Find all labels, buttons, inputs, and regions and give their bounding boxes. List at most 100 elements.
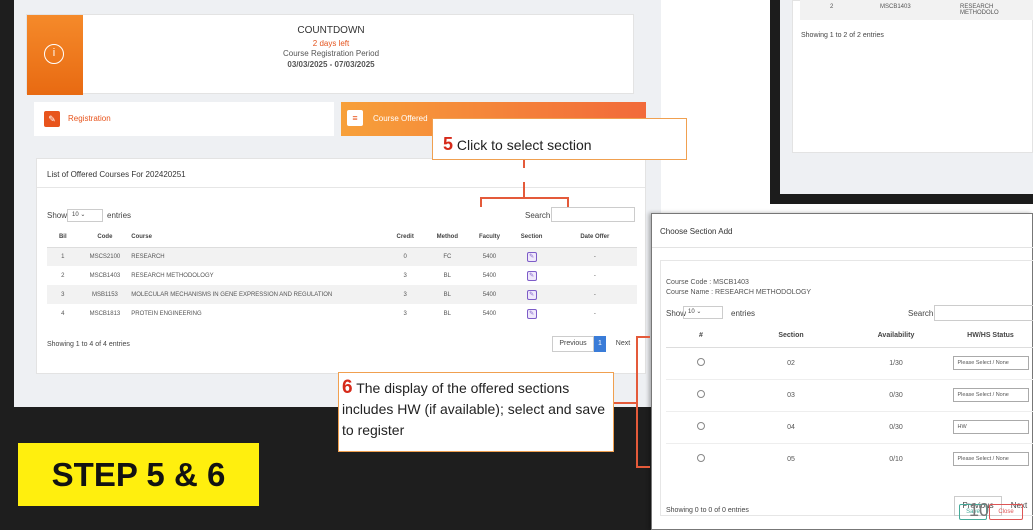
cell-section: 05 xyxy=(736,442,846,475)
column-header[interactable]: Availability xyxy=(846,325,946,348)
select-section-icon[interactable]: ✎ xyxy=(526,289,537,300)
search-input[interactable] xyxy=(551,207,635,222)
tab-registration-label: Registration xyxy=(68,114,111,123)
cell-radio xyxy=(666,378,736,411)
column-header[interactable]: Code xyxy=(78,227,132,248)
entries-select-value: 10 xyxy=(688,309,695,315)
cell-section: ✎ xyxy=(510,247,553,266)
select-section-icon[interactable]: ✎ xyxy=(526,251,537,262)
cell-section: 02 xyxy=(736,346,846,379)
select-section-icon[interactable]: ✎ xyxy=(526,308,537,319)
cell-date-offer: - xyxy=(552,247,637,266)
cell-radio xyxy=(666,442,736,475)
cell-date-offer: - xyxy=(593,310,596,317)
column-header[interactable]: Bil xyxy=(47,227,79,248)
cell-method: FC xyxy=(426,247,469,266)
cell-status: HW xyxy=(946,410,1033,443)
hw-status-select[interactable]: Please Select / None xyxy=(952,452,1029,467)
divider xyxy=(37,187,645,188)
chevron-down-icon: ⌄ xyxy=(696,309,702,315)
next-page-button[interactable]: Next xyxy=(608,336,638,352)
cell-faculty: 5400 xyxy=(468,285,511,304)
list-icon: ≡ xyxy=(347,110,363,126)
hw-status-select[interactable]: Please Select / None xyxy=(952,388,1029,402)
cell-code: MSCB1813 xyxy=(89,310,121,317)
column-header[interactable]: Course xyxy=(131,227,385,248)
choose-section-modal: Choose Section Add Course Code : MSCB140… xyxy=(651,213,1033,530)
cell-section: 04 xyxy=(736,410,846,443)
cell-faculty: 5400 xyxy=(468,247,511,266)
cell-course: RESEARCH METHODOLO xyxy=(960,4,999,16)
cell-credit: 3 xyxy=(384,285,427,304)
search-label: Search: xyxy=(525,211,553,220)
countdown-card: i COUNTDOWN 2 days left Course Registrat… xyxy=(26,14,634,95)
table-row: 02 1/30 Please Select / None xyxy=(666,346,1033,379)
column-header[interactable]: Credit xyxy=(384,227,427,248)
callout-step-6-text: The display of the offered sections incl… xyxy=(342,380,606,438)
cell-code: MSCB1403 xyxy=(89,272,121,279)
section-radio[interactable] xyxy=(697,422,705,430)
edit-icon: ✎ xyxy=(44,111,60,127)
cell-availability: 1/30 xyxy=(846,346,946,379)
search-input[interactable] xyxy=(934,305,1033,321)
column-header[interactable]: # xyxy=(666,325,736,348)
cell-radio xyxy=(666,410,736,443)
column-header[interactable]: Faculty xyxy=(468,227,511,248)
bracket-line xyxy=(480,197,568,199)
table-header-row: Bil Code Course Credit Method Faculty Se… xyxy=(47,227,637,248)
hw-status-select[interactable]: HW xyxy=(952,420,1029,434)
top-right-card xyxy=(792,0,1033,153)
column-header[interactable]: Method xyxy=(426,227,469,248)
column-header[interactable]: Section xyxy=(510,227,553,248)
cell-bil: 4 xyxy=(61,310,65,317)
column-header[interactable]: Date Offer xyxy=(552,227,637,248)
page-number: 10 xyxy=(969,500,990,520)
bracket-line xyxy=(480,197,482,207)
hw-status-select[interactable]: Please Select / None xyxy=(952,356,1029,370)
section-radio[interactable] xyxy=(697,454,705,463)
column-header[interactable]: Section xyxy=(736,325,846,348)
cell-radio xyxy=(666,346,736,379)
showing-entries-label: Showing 1 to 2 of 2 entries xyxy=(801,32,884,39)
table-row: 2 MSCB1403 RESEARCH METHODOLO xyxy=(800,0,1033,20)
step-label: STEP 5 & 6 xyxy=(18,443,259,506)
connector-line xyxy=(523,182,525,197)
select-section-icon[interactable]: ✎ xyxy=(526,270,537,281)
entries-select[interactable]: 10 ⌄ xyxy=(683,306,723,319)
entries-label: entries xyxy=(731,309,756,318)
cell-code: MSB1153 xyxy=(78,285,132,304)
cell-faculty: 5400 xyxy=(482,272,497,279)
page-1-button[interactable]: 1 xyxy=(594,336,606,352)
section-radio[interactable] xyxy=(697,358,705,366)
table-row: 4 MSCB1813 PROTEIN ENGINEERING 3 BL 5400… xyxy=(47,304,637,323)
offered-courses-card: List of Offered Courses For 202420251 Sh… xyxy=(36,158,646,374)
callout-step-6: 6 The display of the offered sections in… xyxy=(338,372,614,452)
sections-table: # Section Availability HW/HS Status 02 1… xyxy=(666,325,1033,475)
tab-course-offered-label: Course Offered xyxy=(373,114,428,123)
cell-bil: 3 xyxy=(47,285,79,304)
entries-select-value: 10 xyxy=(72,212,79,218)
tab-registration[interactable]: ✎ Registration xyxy=(34,102,334,136)
cell-course: MOLECULAR MECHANISMS IN GENE EXPRESSION … xyxy=(131,285,385,304)
modal-title: Choose Section Add xyxy=(660,227,733,236)
close-button[interactable]: Close xyxy=(989,504,1023,520)
cell-method: BL xyxy=(443,310,451,317)
previous-page-button[interactable]: Previous xyxy=(552,336,594,352)
cell-availability: 0/30 xyxy=(846,410,946,443)
table-row: 1 MSCS2100 RESEARCH 0 FC 5400 ✎ - xyxy=(47,247,637,266)
bracket-line xyxy=(636,336,650,338)
connector-line xyxy=(523,160,525,168)
table-row: 04 0/30 HW xyxy=(666,410,1033,443)
callout-step-5: 5 Click to select section xyxy=(432,118,687,160)
cell-status: Please Select / None xyxy=(946,346,1033,379)
offered-courses-title: List of Offered Courses For 202420251 xyxy=(47,170,186,179)
entries-select[interactable]: 10 ⌄ xyxy=(67,209,103,222)
show-label: Show xyxy=(47,211,68,220)
bracket-line xyxy=(567,197,569,207)
cell-section: ✎ xyxy=(511,266,553,285)
column-header[interactable]: HW/HS Status xyxy=(946,325,1033,348)
cell-code: MSCS2100 xyxy=(78,247,132,266)
countdown-period-label: Course Registration Period xyxy=(282,49,380,58)
cell-bil: 1 xyxy=(47,247,79,266)
section-radio[interactable] xyxy=(697,390,705,398)
